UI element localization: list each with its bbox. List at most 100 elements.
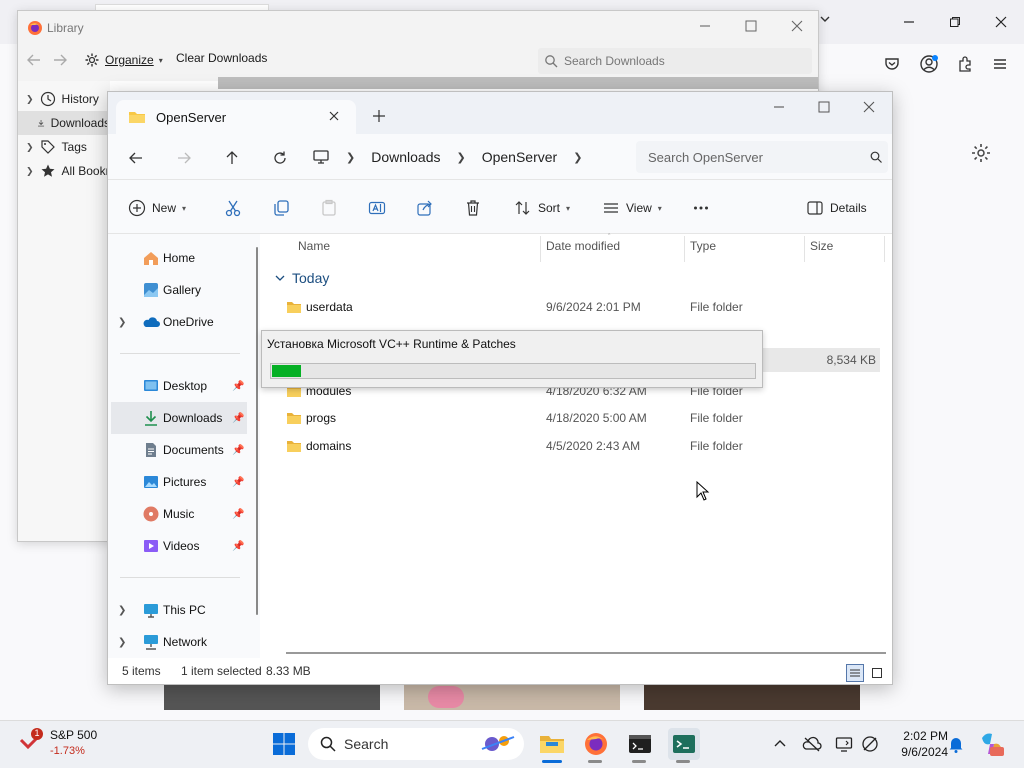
command-prompt-taskbar-button[interactable] [624,728,656,760]
terminal-taskbar-button[interactable] [668,728,700,760]
pocket-icon[interactable] [880,52,904,76]
large-icons-view-button[interactable] [868,664,886,682]
new-tab-plus-icon[interactable] [372,109,388,125]
onedrive-sync-off-icon[interactable] [802,734,822,754]
firefox-taskbar-button[interactable] [580,728,612,760]
browser-close-button[interactable] [978,8,1024,36]
pin-icon[interactable]: 📌 [232,381,244,392]
column-divider[interactable] [540,236,541,262]
thumbnail-image[interactable] [164,684,380,710]
display-icon[interactable] [834,734,854,754]
clock[interactable]: 2:02 PM 9/6/2024 [880,728,948,760]
explorer-tab[interactable]: OpenServer [116,100,356,134]
stock-widget-icon[interactable]: 1 [18,728,46,756]
network-status-icon[interactable] [860,734,880,754]
nav-network[interactable]: ❯ Network [108,626,248,658]
pin-icon[interactable]: 📌 [232,413,244,424]
file-row[interactable]: domains 4/5/2020 2:43 AM File folder [274,432,880,460]
clear-downloads-button[interactable]: Clear Downloads [176,51,267,65]
share-button[interactable] [416,196,434,220]
taskbar-search[interactable]: Search [308,728,524,760]
group-header-today[interactable]: Today [274,270,329,286]
nav-pictures[interactable]: Pictures 📌 [108,466,248,498]
explorer-maximize-button[interactable] [817,100,833,116]
forward-button[interactable] [170,144,198,172]
tab-list-chevron-icon[interactable] [818,12,834,28]
nav-gallery[interactable]: Gallery [108,274,248,306]
column-header-size[interactable]: Size [810,239,833,253]
thumbnail-image[interactable] [644,684,860,710]
pin-icon[interactable]: 📌 [232,541,244,552]
refresh-button[interactable] [266,144,294,172]
close-tab-icon[interactable] [328,110,342,124]
paste-button[interactable] [320,196,338,220]
details-button[interactable]: Details [806,196,867,220]
file-row[interactable]: progs 4/18/2020 5:00 AM File folder [274,404,880,432]
nav-onedrive[interactable]: ❯ OneDrive [108,306,248,338]
library-maximize-button[interactable] [744,19,760,35]
nav-home[interactable]: Home [108,242,248,274]
browser-restore-button[interactable] [932,8,978,36]
menu-icon[interactable] [988,52,1012,76]
organize-button[interactable]: Organize ▾ [84,50,163,70]
expand-arrow-icon[interactable]: ❯ [118,605,126,616]
explorer-close-button[interactable] [862,100,878,116]
horizontal-scrollbar[interactable] [286,652,886,654]
library-tree-tags[interactable]: ❯ Tags [26,135,87,159]
breadcrumb[interactable]: ❯ Downloads ❯ OpenServer ❯ [312,141,632,173]
pin-icon[interactable]: 📌 [232,509,244,520]
file-row[interactable]: userdata 9/6/2024 2:01 PM File folder [274,293,880,321]
column-divider[interactable] [884,236,885,262]
explorer-minimize-button[interactable] [772,100,788,116]
stock-name[interactable]: S&P 500 [50,728,97,742]
nav-desktop[interactable]: Desktop 📌 [108,370,248,402]
settings-gear-icon[interactable] [970,142,996,168]
breadcrumb-downloads[interactable]: Downloads [371,149,440,165]
library-search-input[interactable]: Search Downloads [538,48,812,74]
expand-arrow-icon[interactable]: ❯ [118,317,126,328]
pin-icon[interactable]: 📌 [232,477,244,488]
nav-pane-scrollbar[interactable] [256,247,258,615]
sort-button[interactable]: Sort ▾ [514,196,570,220]
breadcrumb-openserver[interactable]: OpenServer [482,149,557,165]
cut-button[interactable] [224,196,242,220]
copy-button[interactable] [272,196,290,220]
extensions-icon[interactable] [953,52,977,76]
view-button[interactable]: View ▾ [602,196,662,220]
notification-bell-icon[interactable] [946,734,966,754]
delete-button[interactable] [464,196,482,220]
browser-minimize-button[interactable] [886,8,932,36]
column-header-date-modified[interactable]: Date modified [546,239,620,253]
nav-this-pc[interactable]: ❯ This PC [108,594,248,626]
thumbnail-image[interactable] [404,684,620,710]
more-options-button[interactable] [692,196,710,220]
file-explorer-taskbar-button[interactable] [536,728,568,760]
column-divider[interactable] [804,236,805,262]
explorer-search-input[interactable]: Search OpenServer [636,141,888,173]
download-item-row[interactable] [218,77,818,89]
show-hidden-icons-chevron-icon[interactable] [770,734,790,754]
back-button[interactable] [122,144,150,172]
column-header-name[interactable]: Name [298,239,330,253]
library-tree-downloads[interactable]: Downloads [18,111,110,135]
forward-arrow-icon[interactable] [52,52,70,70]
rename-button[interactable] [368,196,386,220]
library-close-button[interactable] [790,19,806,35]
details-view-button[interactable] [846,664,864,682]
nav-downloads[interactable]: Downloads 📌 [111,402,247,434]
column-header-type[interactable]: Type [690,239,716,253]
up-button[interactable] [218,144,246,172]
new-button[interactable]: New ▾ [128,196,186,220]
nav-videos[interactable]: Videos 📌 [108,530,248,562]
copilot-icon[interactable] [978,730,1006,758]
library-tree-history[interactable]: ❯ History [26,87,99,111]
start-button[interactable] [268,728,300,760]
account-icon[interactable] [917,52,941,76]
column-divider[interactable] [684,236,685,262]
expand-arrow-icon[interactable]: ❯ [118,637,126,648]
nav-music[interactable]: Music 📌 [108,498,248,530]
back-arrow-icon[interactable] [26,52,44,70]
pin-icon[interactable]: 📌 [232,445,244,456]
nav-documents[interactable]: Documents 📌 [108,434,248,466]
library-minimize-button[interactable] [698,19,714,35]
